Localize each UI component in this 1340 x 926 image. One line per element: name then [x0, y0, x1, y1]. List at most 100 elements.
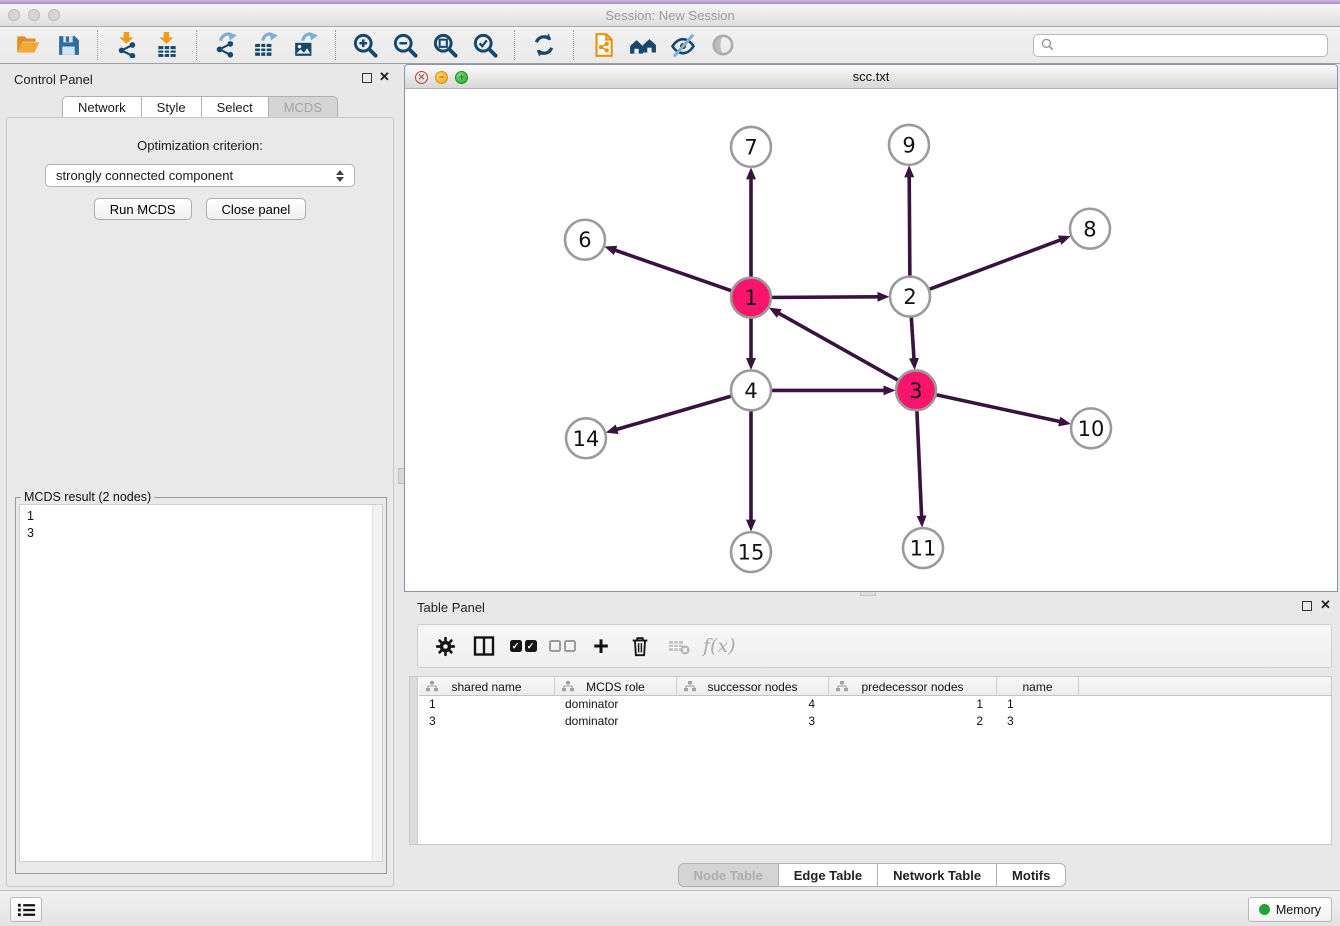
mcds-result-node: 3 [27, 525, 382, 542]
control-tab-mcds[interactable]: MCDS [268, 96, 338, 118]
table-panel-float-icon[interactable] [1302, 601, 1312, 611]
select-spinner-icon [336, 170, 344, 182]
column-header-label: MCDS role [586, 680, 645, 694]
unchecked-box-icon [549, 640, 561, 652]
toolbar-separator [97, 30, 98, 60]
delete-table-icon [667, 634, 691, 658]
refresh-button[interactable] [529, 30, 559, 60]
table-tab-network-table[interactable]: Network Table [877, 863, 996, 887]
table-tab-node-table[interactable]: Node Table [678, 863, 778, 887]
criterion-select[interactable]: strongly connected component [45, 164, 355, 187]
table-cell[interactable]: 1 [829, 696, 997, 713]
first-neighbors-button[interactable] [628, 30, 658, 60]
mcds-panel: Optimization criterion: strongly connect… [6, 117, 394, 887]
table-panel: Table Panel ✕ ✓ ✓ [404, 596, 1340, 888]
toolbar-separator [335, 30, 336, 60]
table-cell[interactable]: 1 [419, 696, 555, 713]
app-titlebar: Session: New Session [0, 4, 1340, 27]
search-box [1033, 34, 1328, 57]
import-network-button[interactable] [112, 30, 142, 60]
zoom-out-button[interactable] [390, 30, 420, 60]
zoom-in-button[interactable] [350, 30, 380, 60]
table-panel-close-icon[interactable]: ✕ [1320, 597, 1331, 613]
open-session-button[interactable] [13, 30, 43, 60]
control-panel-close-icon[interactable]: ✕ [379, 69, 390, 85]
clone-network-button[interactable] [588, 30, 618, 60]
table-tab-motifs[interactable]: Motifs [996, 863, 1066, 887]
toolbar-separator [573, 30, 574, 60]
control-panel-tabs: NetworkStyleSelectMCDS [0, 96, 400, 118]
toolbar-separator [196, 30, 197, 60]
graph-edge-2-8[interactable] [910, 240, 1060, 297]
save-session-button[interactable] [53, 30, 83, 60]
column-header-successor-nodes[interactable]: successor nodes [677, 677, 829, 696]
column-header-MCDS-role[interactable]: MCDS role [555, 677, 677, 696]
refresh-icon [531, 32, 557, 58]
hide-selected-button[interactable] [668, 30, 698, 60]
table-row[interactable]: 1dominator411 [419, 696, 1331, 713]
plus-icon: + [593, 635, 609, 657]
table-cell[interactable]: 3 [419, 713, 555, 730]
delete-table-button[interactable] [664, 631, 694, 661]
window-title: Session: New Session [0, 8, 1340, 23]
select-all-button[interactable]: ✓ ✓ [508, 631, 538, 661]
table-row-gutter [410, 677, 418, 844]
table-cell[interactable]: 3 [677, 713, 829, 730]
show-all-button[interactable] [708, 30, 738, 60]
list-icon [17, 902, 36, 918]
export-network-icon [213, 32, 239, 58]
graph-edge-3-1[interactable] [779, 313, 916, 390]
network-canvas[interactable]: 7968124314101511 [405, 89, 1337, 591]
control-panel-float-icon[interactable] [362, 73, 372, 83]
function-builder-button[interactable]: f(x) [703, 631, 736, 661]
table-cell[interactable]: 4 [677, 696, 829, 713]
task-history-button[interactable] [10, 897, 42, 922]
export-image-button[interactable] [291, 30, 321, 60]
export-network-button[interactable] [211, 30, 241, 60]
gear-button[interactable] [430, 631, 460, 661]
column-header-name[interactable]: name [997, 677, 1079, 696]
table-row[interactable]: 3dominator323 [419, 713, 1331, 730]
control-tab-network[interactable]: Network [62, 96, 141, 118]
table-body: 1dominator4113dominator323 [419, 696, 1331, 730]
search-input[interactable] [1056, 38, 1321, 52]
column-header-label: name [1022, 680, 1052, 694]
import-network-icon [114, 32, 140, 58]
table-cell[interactable]: 3 [997, 713, 1079, 730]
table-toolbar: ✓ ✓ + f(x [417, 624, 1332, 668]
zoom-selected-button[interactable] [470, 30, 500, 60]
table-cell[interactable]: 1 [997, 696, 1079, 713]
table-header-row: shared name MCDS role successor nodesprede… [419, 677, 1331, 696]
zoom-fit-icon [432, 32, 459, 59]
table-cell[interactable]: dominator [555, 713, 677, 730]
table-tab-edge-table[interactable]: Edge Table [778, 863, 877, 887]
zoom-fit-button[interactable] [430, 30, 460, 60]
mcds-result-list[interactable]: 13 [19, 504, 383, 862]
control-tab-select[interactable]: Select [201, 96, 268, 118]
network-window-titlebar[interactable]: ✕ − + scc.txt [405, 65, 1337, 89]
table-cell[interactable]: dominator [555, 696, 677, 713]
control-tab-style[interactable]: Style [141, 96, 201, 118]
split-panel-button[interactable] [469, 631, 499, 661]
add-column-button[interactable]: + [586, 631, 616, 661]
memory-button[interactable]: Memory [1248, 897, 1332, 922]
graph-edge-1-6[interactable] [615, 250, 751, 297]
toolbar-separator [514, 30, 515, 60]
graph-node-label: 7 [744, 135, 757, 159]
graph-node-label: 11 [910, 537, 937, 561]
import-table-button[interactable] [152, 30, 182, 60]
run-mcds-button[interactable]: Run MCDS [94, 198, 192, 220]
export-table-button[interactable] [251, 30, 281, 60]
delete-column-button[interactable] [625, 631, 655, 661]
gear-icon [434, 635, 457, 658]
result-scrollbar[interactable] [372, 505, 382, 861]
graph-edge-3-10[interactable] [916, 390, 1060, 421]
deselect-all-button[interactable] [547, 631, 577, 661]
graph-node-label: 9 [902, 133, 915, 157]
table-cell[interactable]: 2 [829, 713, 997, 730]
column-header-shared-name[interactable]: shared name [419, 677, 555, 696]
graph-node-label: 4 [744, 379, 757, 403]
network-graph: 7968124314101511 [405, 89, 1337, 591]
column-header-predecessor-nodes[interactable]: predecessor nodes [829, 677, 997, 696]
close-panel-button[interactable]: Close panel [206, 198, 307, 220]
